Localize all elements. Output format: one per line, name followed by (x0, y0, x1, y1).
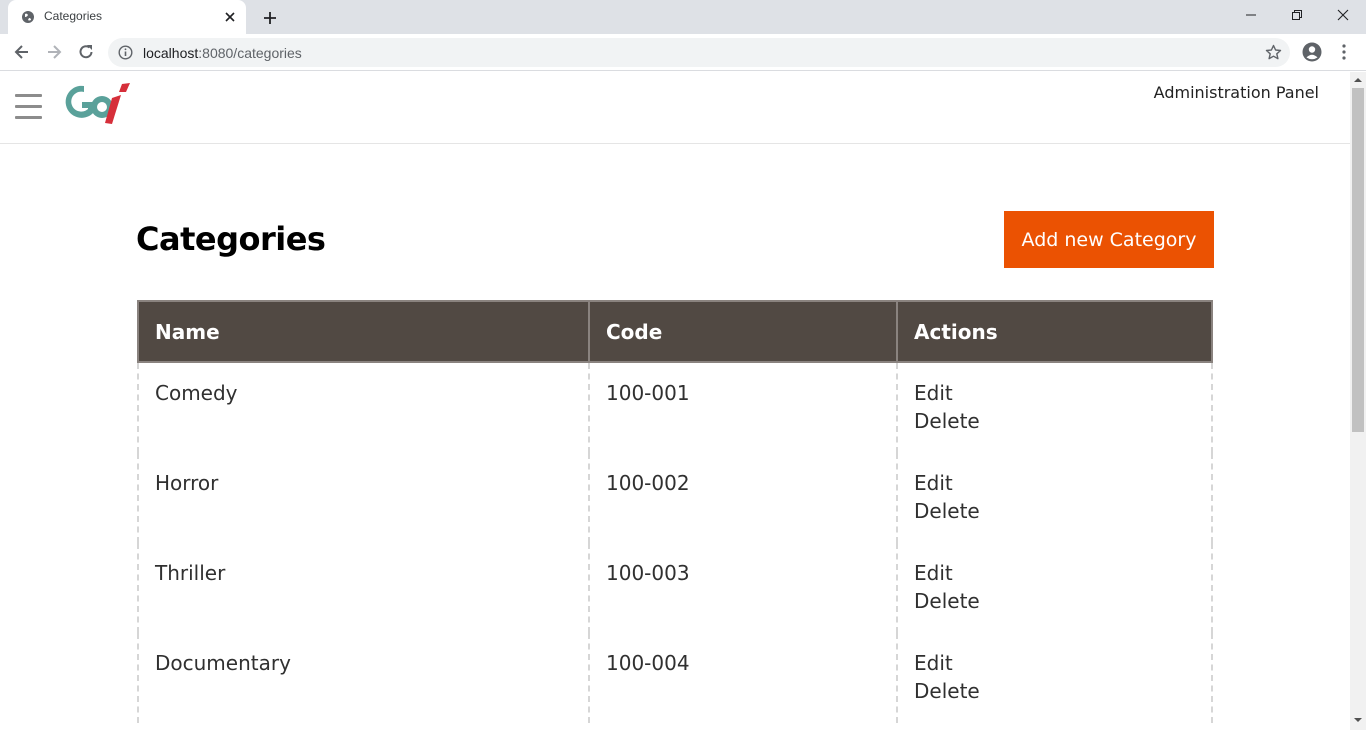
delete-link[interactable]: Delete (914, 587, 1195, 615)
bookmark-star-icon[interactable] (1265, 44, 1282, 61)
table-row: Thriller 100-003 Edit Delete (137, 543, 1213, 633)
url-text: localhost:8080/categories (143, 45, 302, 61)
minimize-icon (1246, 14, 1256, 16)
browser-tabstrip: Categories (0, 0, 1366, 34)
url-path: :8080/categories (198, 45, 302, 61)
actions-cell: Edit Delete (896, 633, 1213, 723)
new-tab-icon[interactable] (260, 8, 280, 28)
forward-arrow-icon[interactable] (44, 42, 64, 62)
delete-link[interactable]: Delete (914, 677, 1195, 705)
administration-panel-label: Administration Panel (1153, 83, 1319, 102)
delete-link[interactable]: Delete (914, 497, 1195, 525)
column-header-code[interactable]: Code (588, 300, 896, 363)
category-name-cell: Documentary (137, 633, 588, 723)
browser-toolbar: localhost:8080/categories (0, 34, 1366, 71)
edit-link[interactable]: Edit (914, 559, 1195, 587)
table-row: Horror 100-002 Edit Delete (137, 453, 1213, 543)
category-code-cell: 100-002 (588, 453, 896, 543)
table-row: Comedy 100-001 Edit Delete (137, 363, 1213, 453)
scrollbar-thumb[interactable] (1352, 88, 1364, 432)
delete-link[interactable]: Delete (914, 407, 1195, 435)
actions-cell: Edit Delete (896, 363, 1213, 453)
reload-icon[interactable] (76, 42, 96, 62)
category-name-cell: Thriller (137, 543, 588, 633)
hamburger-menu-icon[interactable] (15, 94, 42, 121)
url-host: localhost (143, 45, 199, 61)
scroll-down-arrow-icon[interactable] (1353, 715, 1363, 725)
globe-icon (22, 11, 34, 23)
site-header: Administration Panel (0, 72, 1350, 144)
go-logo[interactable] (60, 80, 134, 128)
scroll-up-arrow-icon[interactable] (1353, 75, 1363, 85)
back-arrow-icon[interactable] (12, 42, 32, 62)
minimize-button[interactable] (1228, 0, 1274, 30)
table-row: Documentary 100-004 Edit Delete (137, 633, 1213, 723)
edit-link[interactable]: Edit (914, 649, 1195, 677)
page-title: Categories (136, 220, 326, 258)
actions-cell: Edit Delete (896, 543, 1213, 633)
category-name-cell: Comedy (137, 363, 588, 453)
restore-icon (1292, 10, 1302, 20)
actions-cell: Edit Delete (896, 453, 1213, 543)
category-code-cell: 100-001 (588, 363, 896, 453)
close-tab-icon[interactable] (222, 9, 238, 25)
add-new-category-button[interactable]: Add new Category (1004, 211, 1214, 268)
page-viewport: Administration Panel Categories Add new … (0, 72, 1350, 730)
edit-link[interactable]: Edit (914, 379, 1195, 407)
column-header-name[interactable]: Name (137, 300, 588, 363)
info-icon[interactable] (118, 45, 133, 60)
tab-title: Categories (44, 9, 103, 23)
close-icon (1337, 9, 1349, 21)
profile-avatar-icon[interactable] (1302, 42, 1322, 62)
category-code-cell: 100-004 (588, 633, 896, 723)
restore-button[interactable] (1274, 0, 1320, 30)
kebab-menu-icon[interactable] (1336, 42, 1352, 62)
vertical-scrollbar[interactable] (1350, 72, 1366, 730)
edit-link[interactable]: Edit (914, 469, 1195, 497)
categories-table: Name Code Actions Comedy 100-001 Edit De… (137, 300, 1213, 723)
column-header-actions: Actions (896, 300, 1213, 363)
category-name-cell: Horror (137, 453, 588, 543)
table-header-row: Name Code Actions (137, 300, 1213, 363)
close-window-button[interactable] (1320, 0, 1366, 30)
browser-tab[interactable]: Categories (8, 0, 246, 34)
address-bar[interactable]: localhost:8080/categories (108, 38, 1290, 67)
category-code-cell: 100-003 (588, 543, 896, 633)
